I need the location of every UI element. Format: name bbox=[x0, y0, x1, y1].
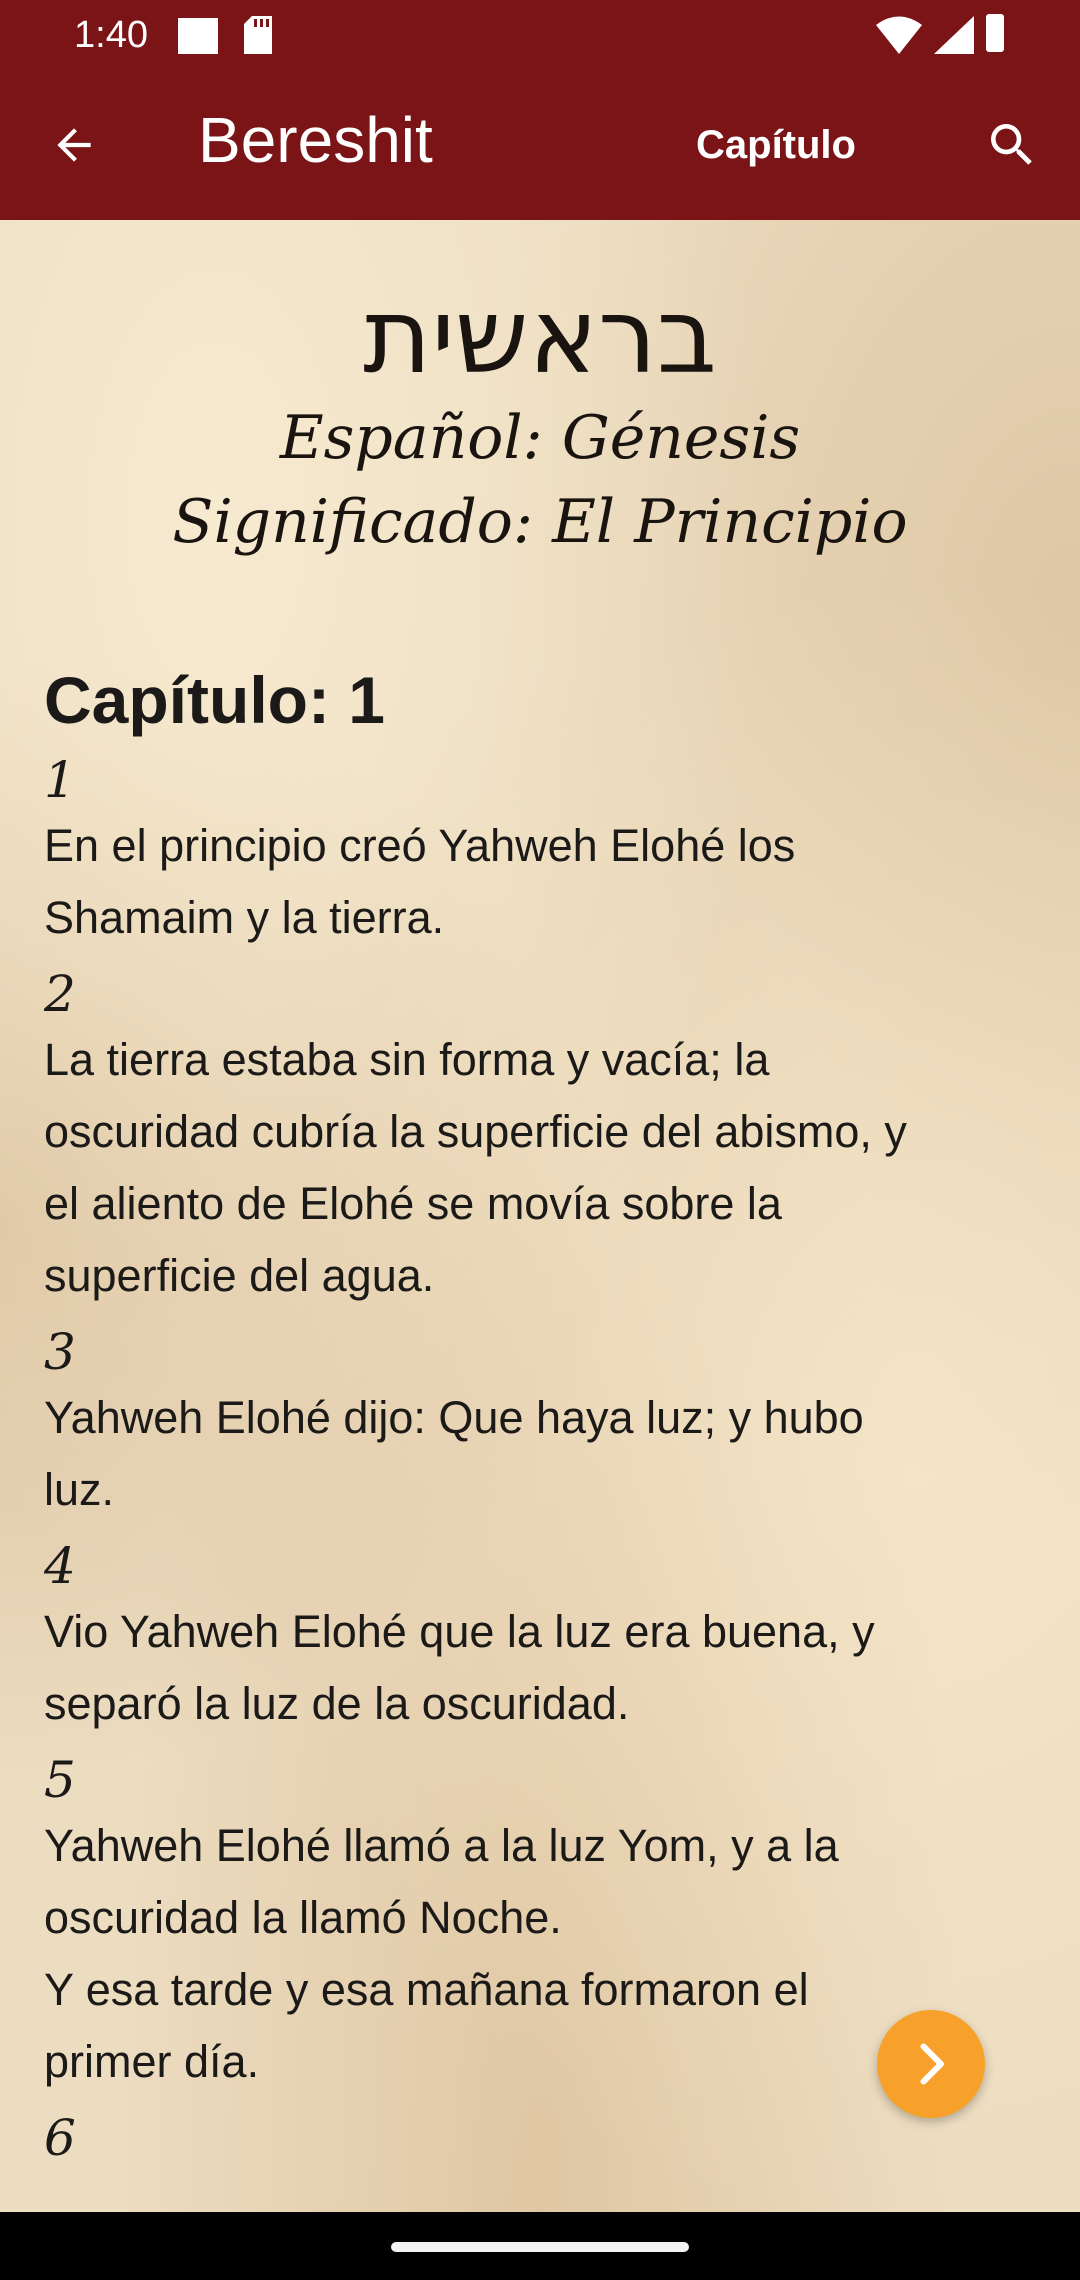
english-name: Español: Génesis bbox=[279, 403, 801, 473]
home-indicator[interactable] bbox=[391, 2242, 689, 2252]
search-icon bbox=[991, 124, 1032, 165]
status-time: 1:40 bbox=[74, 14, 148, 56]
verse-number: 3 bbox=[44, 1323, 76, 1381]
verse-line: En el principio creó Yahweh Elohé los bbox=[44, 820, 796, 871]
verse-line: Yahweh Elohé dijo: Que haya luz; y hubo bbox=[44, 1392, 864, 1443]
verse-line: oscuridad la llamó Noche. bbox=[44, 1892, 562, 1943]
verse-text: Yahweh Elohé dijo: Que haya luz; y hubo l… bbox=[44, 1382, 1034, 1526]
back-button[interactable] bbox=[36, 107, 112, 183]
book-meaning: Significado: El Principio bbox=[172, 487, 908, 557]
verse-line: Y esa tarde y esa mañana formaron el bbox=[44, 1964, 809, 2015]
verse-number: 2 bbox=[44, 965, 76, 1023]
verse-line: luz. bbox=[44, 1464, 115, 1515]
chapter-content[interactable]: בראשית Español: Génesis Significado: El … bbox=[0, 220, 1080, 2212]
sd-card-icon bbox=[244, 16, 272, 54]
verse-line: Vio Yahweh Elohé que la luz era buena, y bbox=[44, 1606, 875, 1657]
battery-icon bbox=[986, 14, 1004, 52]
verse-line: el aliento de Elohé se movía sobre la bbox=[44, 1178, 782, 1229]
verse-line: Yahweh Elohé llamó a la luz Yom, y a la bbox=[44, 1820, 839, 1871]
status-bar: 1:40 bbox=[0, 0, 1080, 70]
verse-list: 1 En el principio creó Yahweh Elohé los Sh… bbox=[44, 750, 1034, 2168]
next-chapter-button[interactable] bbox=[877, 2010, 985, 2118]
verse-line: Shamaim y la tierra. bbox=[44, 892, 445, 943]
wifi-icon bbox=[876, 16, 922, 54]
chapter-body: Capítulo: 1 1 En el principio creó Yahweh… bbox=[44, 660, 1034, 2168]
chapter-button[interactable]: Capítulo bbox=[672, 115, 880, 175]
verse-number: 6 bbox=[44, 2109, 76, 2167]
hebrew-title: בראשית bbox=[363, 275, 717, 397]
cell-signal-icon bbox=[934, 16, 974, 54]
verse-text: Vio Yahweh Elohé que la luz era buena, y… bbox=[44, 1596, 1034, 1740]
book-header: בראשית Español: Génesis Significado: El … bbox=[0, 220, 1080, 564]
arrow-back-icon bbox=[57, 128, 91, 162]
app-header: 1:40 Bereshit Capítulo bbox=[0, 0, 1080, 220]
verse-text: La tierra estaba sin forma y vacía; la os… bbox=[44, 1024, 1034, 1312]
toolbar-title: Bereshit bbox=[198, 104, 433, 176]
verse-line: separó la luz de la oscuridad. bbox=[44, 1678, 630, 1729]
verse-number: 4 bbox=[44, 1537, 76, 1595]
verse-text: En el principio creó Yahweh Elohé los Sha… bbox=[44, 810, 1034, 954]
verse-line: oscuridad cubría la superficie del abism… bbox=[44, 1106, 907, 1157]
verse-line: superficie del agua. bbox=[44, 1250, 435, 1301]
navigation-bar bbox=[0, 2212, 1080, 2280]
notification-square-icon bbox=[178, 18, 218, 54]
toolbar: Bereshit Capítulo bbox=[0, 70, 1080, 220]
verse-number: 5 bbox=[44, 1751, 76, 1809]
verse-number: 1 bbox=[44, 751, 76, 809]
verse-line: La tierra estaba sin forma y vacía; la bbox=[44, 1034, 770, 1085]
chapter-heading: Capítulo: 1 bbox=[44, 663, 385, 737]
chevron-right-icon bbox=[920, 2043, 944, 2085]
search-button[interactable] bbox=[974, 107, 1050, 183]
